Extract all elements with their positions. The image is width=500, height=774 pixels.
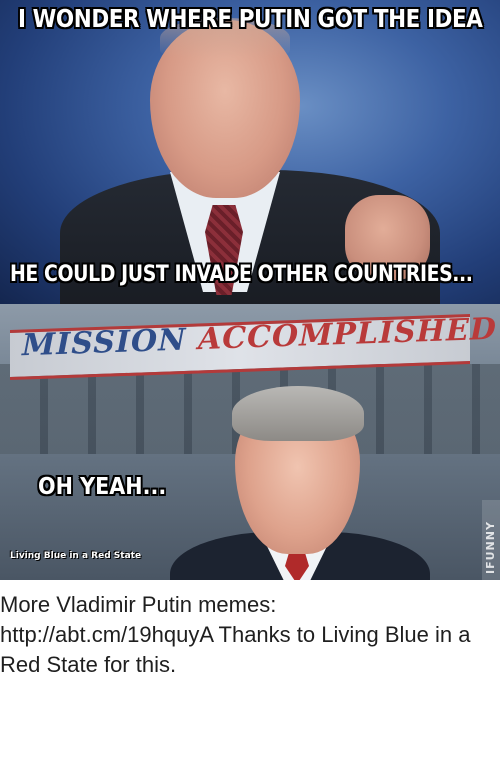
- watermark: IFUNNY: [482, 500, 500, 580]
- putin-panel: [0, 0, 500, 304]
- bush-hair: [232, 386, 364, 441]
- banner-word-mission: MISSION: [22, 322, 187, 364]
- bottom-caption: OH YEAH...: [38, 474, 167, 500]
- watermark-text: IFUNNY: [484, 521, 497, 574]
- middle-caption: HE COULD JUST INVADE OTHER COUNTRIES...: [10, 262, 473, 287]
- credit-text: Living Blue in a Red State: [10, 551, 142, 561]
- meme-description: More Vladimir Putin memes: http://abt.cm…: [0, 592, 471, 677]
- bush-panel: MISSION ACCOMPLISHED: [0, 304, 500, 580]
- top-caption: I WONDER WHERE PUTIN GOT THE IDEA: [18, 4, 483, 33]
- meme-image: MISSION ACCOMPLISHED I WONDER WHERE PUTI…: [0, 0, 500, 580]
